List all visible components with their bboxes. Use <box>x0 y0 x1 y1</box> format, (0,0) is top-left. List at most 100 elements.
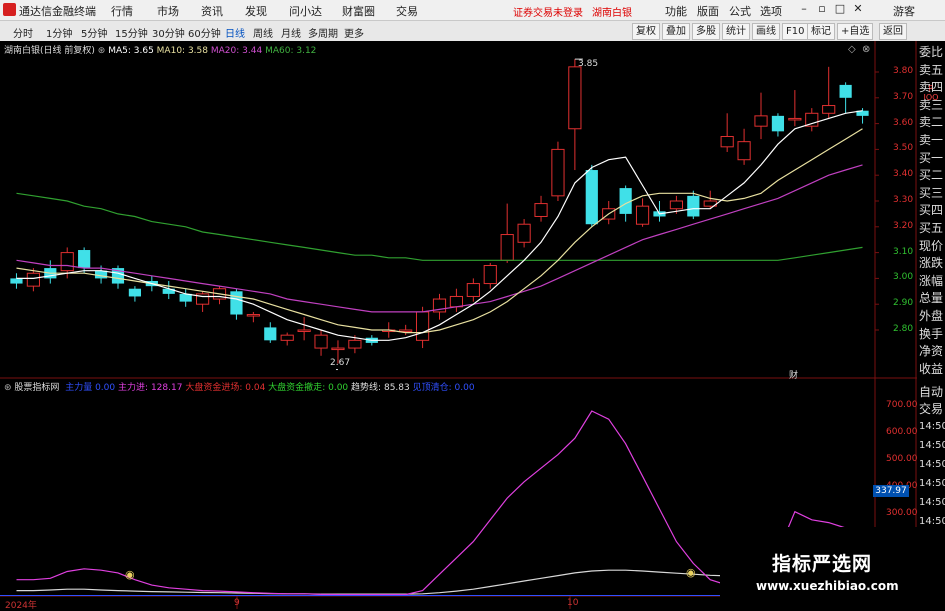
side-label: 买四 <box>919 203 944 218</box>
candle-body <box>483 265 497 285</box>
tab-1min[interactable]: 1分钟 <box>46 25 72 40</box>
fuquan-button[interactable]: 复权 <box>632 23 660 40</box>
price-tick-label: 2.90 <box>893 298 914 309</box>
candle-body <box>128 288 142 297</box>
candle-body <box>432 298 447 313</box>
ma20-line <box>16 164 863 313</box>
side-label: 涨幅 <box>919 273 944 288</box>
close-icon[interactable]: ✕ <box>851 2 865 16</box>
candle-body <box>44 268 57 279</box>
candle-body <box>179 293 192 302</box>
side-label: 委比 <box>919 45 944 59</box>
tab-15min[interactable]: 15分钟 <box>115 25 148 40</box>
candle-body <box>145 280 158 287</box>
tab-weekly[interactable]: 周线 <box>253 25 273 40</box>
candle-body <box>26 272 40 287</box>
menu-banmian[interactable]: 版面 <box>697 3 719 19</box>
side-auto[interactable]: 自动 <box>919 386 943 399</box>
back-button[interactable]: 返回 <box>879 23 907 40</box>
candle-body <box>517 223 531 243</box>
menu-shichang[interactable]: 市场 <box>157 3 179 19</box>
pin-icon[interactable]: ⊗ <box>862 44 870 55</box>
tab-fenshi[interactable]: 分时 <box>13 25 33 40</box>
menu-hangqing[interactable]: 行情 <box>111 3 133 19</box>
menu-caifuquan[interactable]: 财富圈 <box>342 3 375 19</box>
ma10-line <box>16 128 863 334</box>
f10-button[interactable]: F10 <box>782 23 809 40</box>
guest-label[interactable]: 游客 <box>893 3 915 19</box>
side-label: 净资 <box>919 344 944 359</box>
tab-60min[interactable]: 60分钟 <box>188 25 221 40</box>
menu-faxian[interactable]: 发现 <box>245 3 267 19</box>
tab-30min[interactable]: 30分钟 <box>152 25 185 40</box>
side-label: 换手 <box>919 326 944 341</box>
tab-more[interactable]: 更多 <box>344 25 364 40</box>
ma10-label: MA10: <box>156 46 186 56</box>
candle-body <box>382 329 396 332</box>
indicator-current-value: 337.97 <box>873 485 909 497</box>
price-tick-label: 3.30 <box>893 195 914 205</box>
indicator-settings-icon[interactable]: ⊛ <box>4 383 12 393</box>
ma60-value: 3.12 <box>296 46 317 56</box>
minimize-icon[interactable]: – <box>797 2 811 16</box>
window-stock-name: 湖南白银 <box>592 8 632 19</box>
menu-jiaoyi[interactable]: 交易 <box>396 3 418 19</box>
dapan-in-label: 大盘资金进场 <box>185 383 240 393</box>
event-marker[interactable]: 财 <box>789 368 798 381</box>
tongji-button[interactable]: 统计 <box>722 23 750 40</box>
duogu-button[interactable]: 多股 <box>692 23 720 40</box>
trend-label: 趋势线 <box>351 383 379 393</box>
trade-time: 14:50 <box>919 478 945 489</box>
quote-side-panel: R IOO 委比 卖五 卖四 卖三 卖二 卖一 买一 买二 买三 买四 买五 现价 涨跌 涨幅 总量 外盘 换手净… <box>917 41 945 609</box>
tab-daily[interactable]: 日线 <box>225 25 245 40</box>
side-label: 卖四 <box>919 80 944 95</box>
indicator-tick-label: 600.00 <box>886 426 918 437</box>
side-label: 买三 <box>919 185 944 200</box>
tab-5min[interactable]: 5分钟 <box>81 25 107 40</box>
maximize-icon[interactable]: □ <box>833 2 847 16</box>
price-tick-label: 3.40 <box>893 169 914 180</box>
main-chart-header: 湖南白银(日线 前复权) ⊛ MA5: 3.65 MA10: 3.58 MA20… <box>4 43 317 56</box>
side-trade[interactable]: 交易 <box>919 403 943 416</box>
indicator-tick-label: 700.00 <box>886 399 918 410</box>
trend-value: 85.83 <box>383 383 410 393</box>
candle-body <box>399 329 413 332</box>
menu-gongshi[interactable]: 公式 <box>729 3 751 19</box>
menu-zixun[interactable]: 资讯 <box>201 3 223 19</box>
side-label: 买二 <box>919 168 944 183</box>
side-label: 买五 <box>919 221 944 235</box>
candle-body <box>246 314 260 317</box>
diamond-icon[interactable]: ◇ <box>848 44 856 55</box>
candle-body <box>415 311 430 341</box>
watermark-title: 指标严选网 <box>772 553 873 575</box>
tab-monthly[interactable]: 月线 <box>281 25 301 40</box>
settings-icon[interactable]: ⊛ <box>98 46 106 56</box>
tab-multi[interactable]: 多周期 <box>308 25 338 40</box>
chip-label: 见顶清仓 <box>412 383 449 393</box>
biaoji-button[interactable]: 标记 <box>807 23 835 40</box>
login-warning[interactable]: 证券交易未登录 <box>513 4 583 19</box>
kline-chart[interactable] <box>0 0 945 609</box>
candle-body <box>856 110 869 116</box>
candle-body <box>297 329 311 332</box>
ma5-value: 3.65 <box>133 46 154 56</box>
menu-wenxiaoda[interactable]: 问小达 <box>289 3 322 19</box>
candle-body <box>602 208 616 220</box>
menu-gongneng[interactable]: 功能 <box>665 3 687 19</box>
restore-icon[interactable]: ▫ <box>815 2 829 16</box>
candle-body <box>568 66 582 130</box>
add-watchlist-button[interactable]: +自选 <box>837 23 874 40</box>
candle-body <box>720 136 734 148</box>
candle-body <box>619 188 632 214</box>
app-name: 通达信金融终端 <box>19 5 96 18</box>
menu-xuanxiang[interactable]: 选项 <box>760 3 782 19</box>
date-label-2024: 2024年 <box>5 601 37 611</box>
candle-body <box>653 211 666 217</box>
huaxian-button[interactable]: 画线 <box>752 23 780 40</box>
date-label-9: 9 <box>234 598 240 608</box>
diejia-button[interactable]: 叠加 <box>662 23 690 40</box>
trade-time: 14:50 <box>919 440 945 451</box>
candle-body <box>196 293 210 305</box>
side-label: 卖二 <box>919 115 944 130</box>
trade-time: 14:50 <box>919 421 945 432</box>
